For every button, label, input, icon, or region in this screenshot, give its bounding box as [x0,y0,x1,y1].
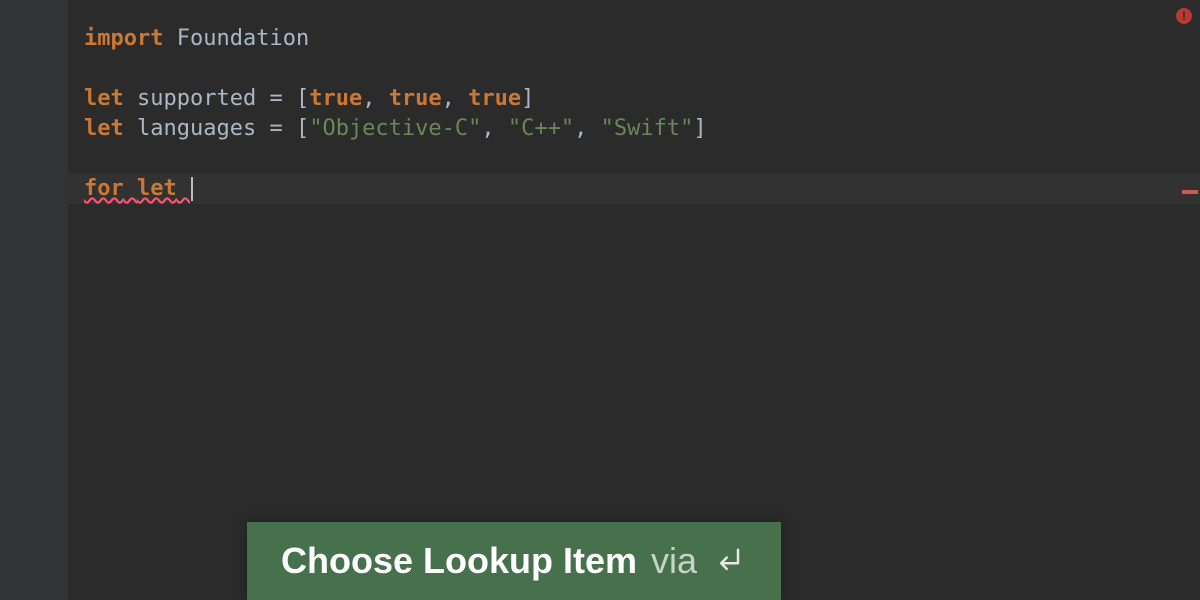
code-line-blank[interactable] [84,144,1200,174]
var-languages: languages [137,116,256,141]
error-indicator-icon[interactable] [1176,8,1192,24]
literal-true: true [389,86,442,111]
code-line-blank[interactable] [84,54,1200,84]
keyword-import: import [84,26,163,51]
string-literal: "Objective-C" [309,116,481,141]
literal-true: true [309,86,362,111]
error-stripe-marker[interactable] [1182,190,1198,194]
string-literal: "Swift" [601,116,694,141]
keyword-let: let [137,176,177,201]
code-line[interactable]: import Foundation [84,24,1200,54]
code-line[interactable]: let supported = [true, true, true] [84,84,1200,114]
keyword-for: for [84,176,124,201]
hint-banner: Choose Lookup Item via [247,522,781,600]
editor-gutter[interactable] [0,0,68,600]
keyword-let: let [84,86,124,111]
code-line[interactable]: let languages = ["Objective-C", "C++", "… [84,114,1200,144]
literal-true: true [468,86,521,111]
var-supported: supported [137,86,256,111]
keyword-let: let [84,116,124,141]
hint-via-label: via [651,540,697,582]
code-editor[interactable]: import Foundation let supported = [true,… [68,0,1200,600]
module-name: Foundation [177,26,309,51]
string-literal: "C++" [508,116,574,141]
hint-action-label: Choose Lookup Item [281,540,637,582]
code-line-current[interactable]: for let [68,174,1200,204]
text-cursor [191,177,193,201]
enter-key-icon [711,543,747,579]
